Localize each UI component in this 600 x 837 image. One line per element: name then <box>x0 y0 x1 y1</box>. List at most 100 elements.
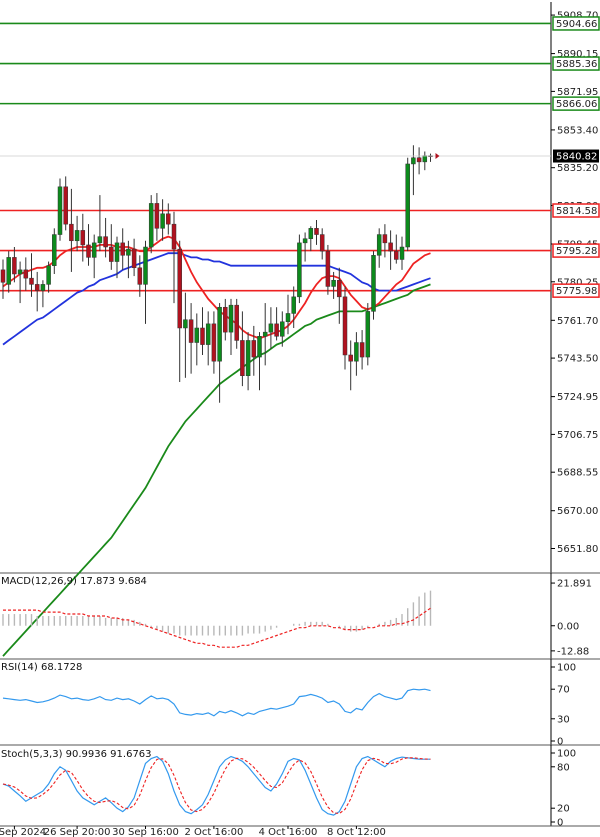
candle-body <box>69 223 74 242</box>
candle-body <box>205 323 211 345</box>
time-axis: 24 Sep 202426 Sep 20:0030 Sep 16:00 2 Oct… <box>0 826 386 837</box>
candle-body <box>217 306 222 362</box>
stoch-tick-label: 100 <box>557 749 576 760</box>
candle-body <box>376 234 382 256</box>
macd-tick-label: -12.88 <box>557 646 589 657</box>
candle-body <box>342 296 348 356</box>
price-tick-label: 5706.75 <box>557 430 598 441</box>
candle-body <box>280 321 285 337</box>
macd-signal-line <box>3 607 431 648</box>
candle-body <box>6 257 11 285</box>
support-badge-label: 5795.28 <box>556 246 597 257</box>
rsi-line <box>2 688 431 717</box>
candle-body <box>12 257 17 275</box>
rsi-tick-label: 0 <box>557 737 563 748</box>
candle-body <box>359 342 365 358</box>
candle-body <box>223 306 228 333</box>
candle-body <box>177 248 182 329</box>
resistance-badge-label: 5885.36 <box>556 59 597 70</box>
time-tick-label: 26 Sep 20:00 <box>44 827 111 837</box>
rsi-tick-label: 30 <box>557 714 570 725</box>
candle-body <box>40 284 46 291</box>
candle-body <box>114 242 120 262</box>
candle-body <box>371 255 376 312</box>
price-tick-label: 5761.70 <box>557 316 598 327</box>
candle-body <box>97 236 103 244</box>
current-price-label: 5840.82 <box>556 152 597 163</box>
rsi-tick-label: 100 <box>557 663 576 674</box>
candle-body <box>228 304 234 333</box>
candle-body <box>274 323 279 337</box>
resistance-badge-label: 5904.66 <box>556 19 597 30</box>
candle-body <box>63 186 68 225</box>
stoch-tick-label: 0 <box>557 818 563 829</box>
price-tick-label: 5853.40 <box>557 125 598 136</box>
candle-body <box>148 203 154 248</box>
candle-body <box>200 327 205 345</box>
price-tick-label: 5670.00 <box>557 506 598 517</box>
candle-body <box>103 236 108 248</box>
candle-body <box>131 248 137 269</box>
support-badge-label: 5775.98 <box>556 286 597 297</box>
resistance-badge-label: 5866.06 <box>556 99 597 110</box>
candle-body <box>23 269 29 279</box>
candle-body <box>34 284 40 291</box>
candle-body <box>154 203 160 229</box>
time-tick-label: 24 Sep 2024 <box>0 827 46 837</box>
candle-body <box>137 267 143 285</box>
candle-body <box>331 279 336 287</box>
candle-body <box>86 244 91 258</box>
candle-body <box>257 336 262 358</box>
candle-body <box>382 234 388 244</box>
candle-body <box>188 319 194 343</box>
price-tick-label: 5743.50 <box>557 354 598 365</box>
candle-body <box>262 331 268 337</box>
macd-label: MACD(12,26,9) 17.873 9.684 <box>1 576 147 587</box>
candle-body <box>388 242 393 252</box>
current-price-marker <box>435 153 440 160</box>
candle-body <box>399 246 405 260</box>
rsi-panel: 100 70 30 0 <box>0 659 600 748</box>
rsi-tick-label: 70 <box>557 685 570 696</box>
price-tick-label: 5871.95 <box>557 87 598 98</box>
macd-tick-label: 21.891 <box>557 579 592 590</box>
candle-body <box>302 238 308 244</box>
chart-canvas: 5908.705890.155871.955853.405835.205817.… <box>0 2 600 837</box>
candle-body <box>297 242 302 298</box>
stoch-tick-label: 20 <box>557 804 570 815</box>
candle-body <box>285 313 291 323</box>
candle-body <box>268 323 274 333</box>
candle-body <box>240 340 245 376</box>
candle-body <box>422 155 428 163</box>
candle-body <box>314 228 319 235</box>
candle-body <box>319 234 325 252</box>
candle-body <box>291 296 296 314</box>
price-tick-label: 5835.20 <box>557 163 598 174</box>
support-badge-label: 5814.58 <box>556 206 597 217</box>
candle-body <box>245 340 251 376</box>
macd-tick-label: 0.00 <box>557 621 579 632</box>
candle-body <box>17 269 23 275</box>
candle-body <box>234 304 239 341</box>
stoch-d-line <box>2 757 431 815</box>
candle-body <box>171 223 177 250</box>
candle-body <box>183 319 188 329</box>
candle-body <box>211 323 217 362</box>
candle-body <box>411 157 416 165</box>
candle-body <box>166 213 171 225</box>
time-tick-label: 30 Sep 16:00 <box>112 827 179 837</box>
candle-body <box>52 234 57 266</box>
stoch-label: Stoch(5,3,3) 90.9936 91.6763 <box>1 749 152 760</box>
candle-body <box>251 340 257 358</box>
candle-body <box>337 279 342 298</box>
candle-body <box>194 327 200 343</box>
candle-body <box>348 354 353 362</box>
price-panel: 5908.705890.155871.955853.405835.205817.… <box>0 2 600 657</box>
price-tick-label: 5688.55 <box>557 468 598 479</box>
price-tick-label: 5651.80 <box>557 544 598 555</box>
candle-body <box>91 242 97 258</box>
stoch-tick-label: 80 <box>557 762 570 773</box>
time-tick-label: 2 Oct 16:00 <box>184 827 243 837</box>
candle-body <box>405 163 410 248</box>
candle-body <box>109 246 114 262</box>
